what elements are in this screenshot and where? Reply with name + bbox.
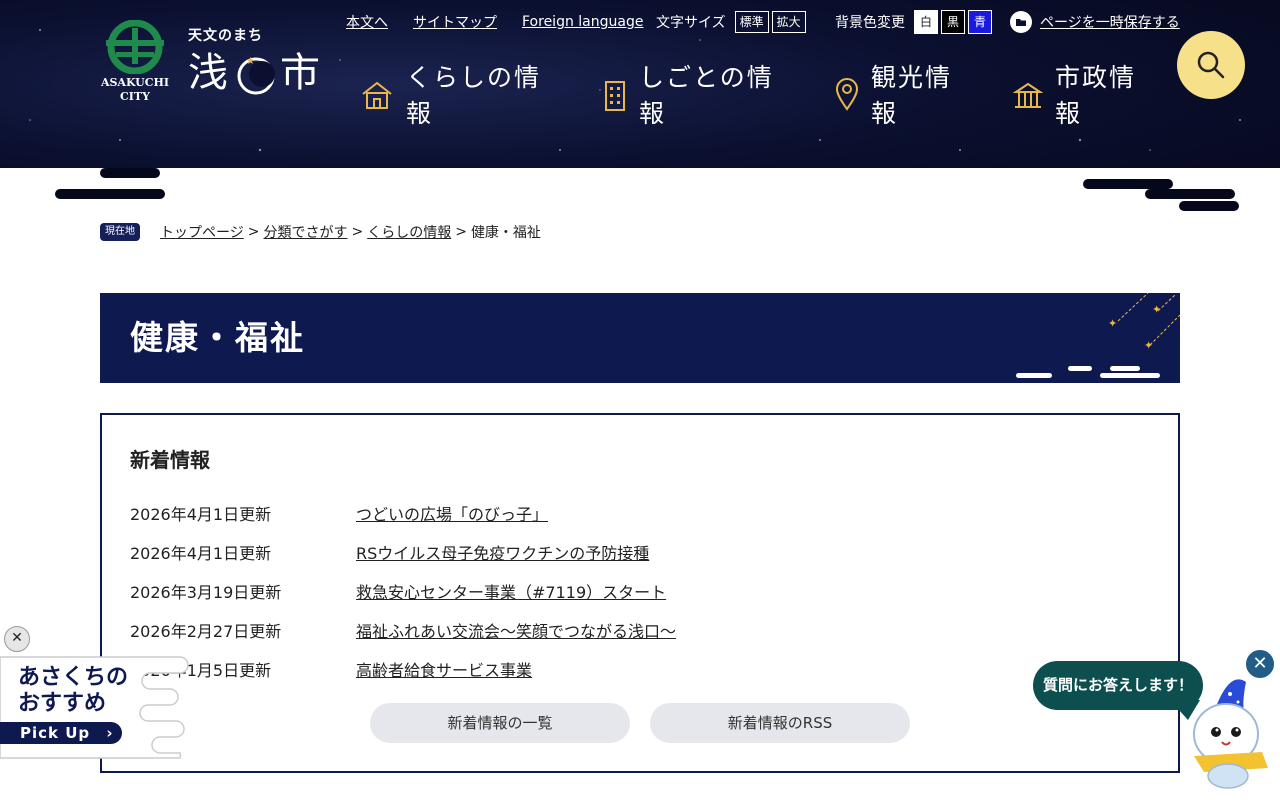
current-location-badge: 現在地 [100, 223, 140, 241]
background-color-control: 背景色変更 白 黒 青 [835, 10, 992, 34]
logo-subtitle: 天文のまち [188, 28, 263, 44]
city-logo[interactable]: ASAKUCHI CITY 天文のまち 浅市 ★ [100, 20, 330, 110]
nav-tourism-info[interactable]: 観光情報 [835, 60, 952, 130]
breadcrumb-separator: > [455, 224, 467, 240]
news-link[interactable]: RSウイルス母子免疫ワクチンの予防接種 [356, 540, 649, 564]
cloud-decoration [100, 168, 160, 178]
breadcrumb-link-top[interactable]: トップページ [160, 222, 244, 242]
header-wave-edge [0, 168, 1280, 212]
mascot-character-icon[interactable] [1184, 672, 1274, 792]
breadcrumb-separator: > [247, 224, 260, 240]
nav-tourism-label: 観光情報 [871, 63, 953, 128]
svg-text:★: ★ [246, 56, 255, 67]
nav-living-label: くらしの情報 [406, 63, 542, 128]
sitemap-link[interactable]: サイトマップ [413, 10, 497, 34]
news-heading: 新着情報 [130, 448, 210, 472]
cloud-decoration [1179, 201, 1239, 211]
moon-icon: ★ [237, 56, 275, 95]
breadcrumb-current: 健康・福祉 [470, 225, 541, 241]
news-link[interactable]: 救急安心センター事業（#7119）スタート [356, 579, 666, 603]
news-list: 2026年4月1日更新 つどいの広場「のびっ子」 2026年4月1日更新 RSウ… [130, 493, 1130, 688]
svg-text:✦: ✦ [1152, 303, 1161, 316]
building-icon [605, 81, 625, 111]
cloud-decoration [1145, 189, 1235, 199]
news-link[interactable]: 高齢者給食サービス事業 [356, 657, 532, 681]
svg-text:✦: ✦ [1108, 317, 1117, 330]
cloud-decoration [1083, 179, 1173, 189]
map-pin-icon [835, 78, 859, 111]
news-date: 2026年2月27日更新 [130, 621, 282, 641]
cloud-decoration [55, 189, 165, 199]
breadcrumb: 現在地 トップページ > 分類でさがす > くらしの情報 > 健康・福祉 [100, 222, 541, 242]
news-rss-button[interactable]: 新着情報のRSS [650, 703, 910, 743]
news-date: 2026年4月1日更新 [130, 504, 272, 524]
city-hall-icon [1013, 82, 1043, 108]
save-page-link[interactable]: ページを一時保存する [1010, 10, 1180, 34]
nav-work-info[interactable]: しごとの情報 [603, 60, 774, 130]
news-date: 2026年4月1日更新 [130, 543, 272, 563]
news-item: 2026年4月1日更新 RSウイルス母子免疫ワクチンの予防接種 [130, 532, 1130, 571]
text-size-standard-button[interactable]: 標準 [734, 11, 769, 33]
news-item: 2026年2月27日更新 福祉ふれあい交流会～笑顔でつながる浅口～ [130, 610, 1130, 649]
breadcrumb-link-living[interactable]: くらしの情報 [367, 222, 451, 242]
svg-text:✦: ✦ [1144, 339, 1153, 352]
bg-blue-button[interactable]: 青 [968, 10, 992, 34]
text-size-large-button[interactable]: 拡大 [771, 11, 806, 33]
news-item: 2026年4月1日更新 つどいの広場「のびっ子」 [130, 493, 1130, 532]
nav-city-admin-label: 市政情報 [1055, 63, 1137, 128]
pickup-button[interactable]: Pick Up › [0, 722, 122, 744]
search-button[interactable] [1177, 31, 1245, 99]
cloud-decoration [1016, 373, 1052, 378]
breadcrumb-separator: > [351, 224, 364, 240]
search-icon [1197, 51, 1225, 79]
cloud-decoration [1100, 373, 1160, 378]
folder-icon [1010, 11, 1032, 33]
text-size-control: 文字サイズ 標準 拡大 [656, 10, 806, 34]
site-header: ASAKUCHI CITY 天文のまち 浅市 ★ 本文へ サイトマップ Fore… [0, 0, 1280, 212]
cloud-decoration [1068, 366, 1092, 371]
nav-city-admin-info[interactable]: 市政情報 [1013, 60, 1136, 130]
city-emblem-icon [106, 20, 164, 74]
bg-white-button[interactable]: 白 [914, 10, 938, 34]
nav-living-info[interactable]: くらしの情報 [360, 60, 541, 130]
news-link[interactable]: つどいの広場「のびっ子」 [356, 501, 548, 525]
chevron-right-icon: › [106, 724, 114, 742]
chatbot-close-button[interactable]: ✕ [1244, 648, 1276, 680]
skip-to-content-link[interactable]: 本文へ [346, 10, 388, 34]
news-section: 新着情報 2026年4月1日更新 つどいの広場「のびっ子」 2026年4月1日更… [100, 413, 1180, 773]
page-title-banner: 健康・福祉 ✦ ✦ ✦ [100, 293, 1180, 383]
news-item: 2026年1月5日更新 高齢者給食サービス事業 [130, 649, 1130, 688]
breadcrumb-link-category[interactable]: 分類でさがす [263, 222, 347, 242]
news-item: 2026年3月19日更新 救急安心センター事業（#7119）スタート [130, 571, 1130, 610]
news-date: 2026年3月19日更新 [130, 582, 282, 602]
cloud-decoration [1110, 366, 1140, 371]
news-list-button[interactable]: 新着情報の一覧 [370, 703, 630, 743]
text-size-label: 文字サイズ [656, 15, 726, 31]
pickup-close-button[interactable]: ✕ [4, 626, 30, 652]
nav-work-label: しごとの情報 [639, 63, 774, 128]
news-link[interactable]: 福祉ふれあい交流会～笑顔でつながる浅口～ [356, 618, 676, 642]
logo-english-name: ASAKUCHI CITY [100, 76, 170, 103]
pickup-title: あさくちの おすすめ [18, 665, 129, 716]
foreign-language-link[interactable]: Foreign language [522, 10, 643, 34]
background-color-label: 背景色変更 [835, 15, 905, 31]
page-title: 健康・福祉 [130, 318, 305, 357]
bg-black-button[interactable]: 黒 [941, 10, 965, 34]
house-icon [362, 81, 392, 109]
pickup-widget[interactable]: あさくちの おすすめ [0, 655, 190, 760]
